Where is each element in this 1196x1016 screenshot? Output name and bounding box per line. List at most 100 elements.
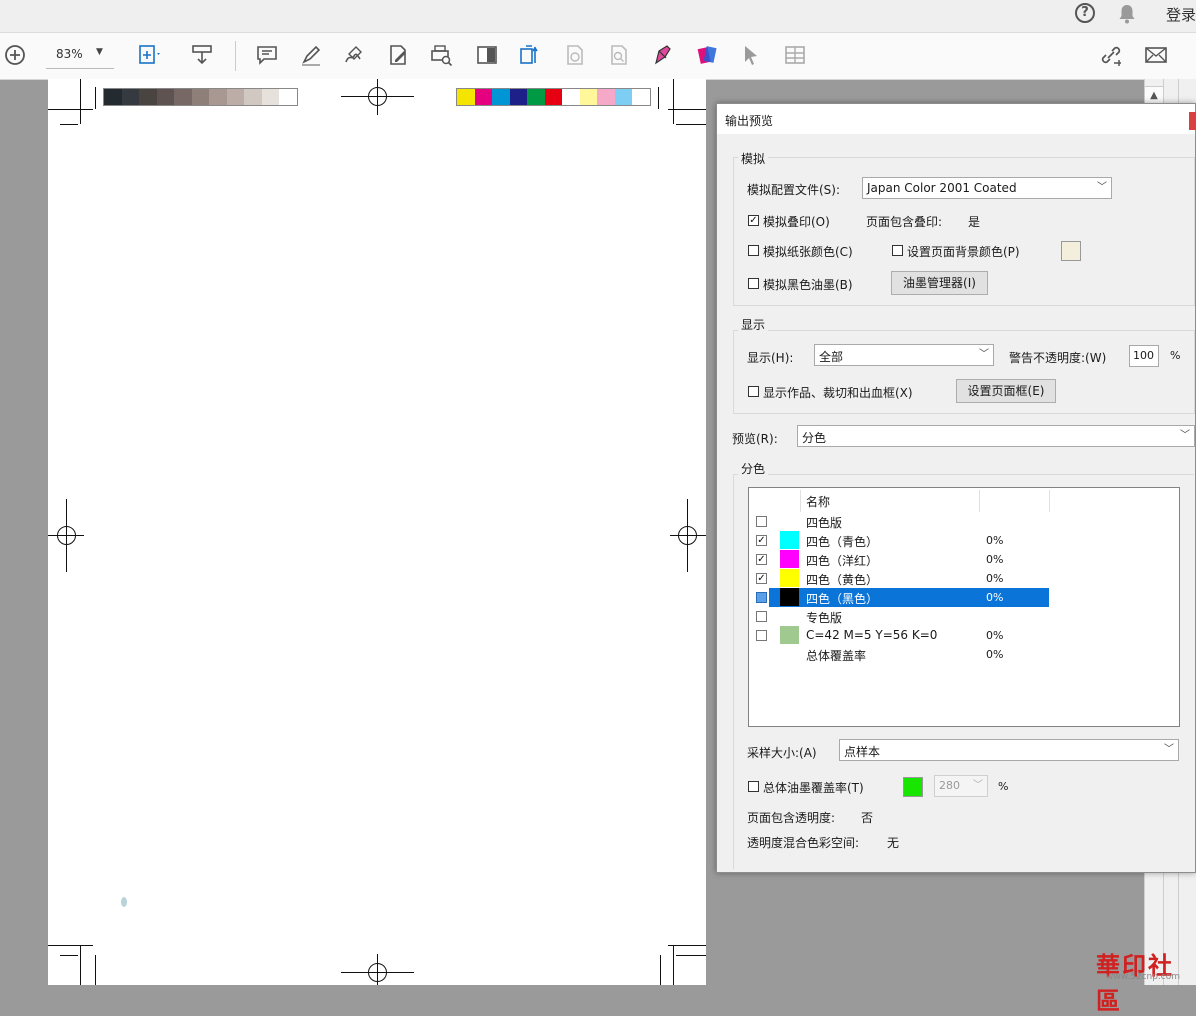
separation-checkbox[interactable] — [756, 592, 767, 603]
separation-color-chip — [780, 626, 799, 644]
bell-icon[interactable] — [1116, 3, 1138, 25]
dialog-title-bar[interactable]: 输出预览 — [717, 104, 1196, 134]
close-button[interactable] — [1189, 112, 1196, 130]
total-ink-color-swatch[interactable] — [903, 777, 923, 797]
name-column-header[interactable]: 名称 — [806, 493, 830, 510]
sample-size-select[interactable]: 点样本 ﹀ — [839, 739, 1179, 761]
preview-label: 预览(R): — [732, 432, 778, 446]
opacity-unit: % — [1170, 349, 1181, 362]
separation-row[interactable]: ✓ 四色（青色） 0% — [749, 531, 1049, 550]
highlight-icon[interactable] — [298, 42, 324, 68]
tint-icon[interactable] — [474, 42, 500, 68]
gray-color-bar — [103, 88, 298, 106]
paper-color-checkbox[interactable] — [748, 245, 759, 256]
black-ink-checkbox[interactable] — [748, 278, 759, 289]
simulate-legend: 模拟 — [738, 150, 769, 167]
color-swatch — [597, 89, 615, 105]
table-icon[interactable] — [782, 42, 808, 68]
bg-color-label: 设置页面背景颜色(P) — [907, 245, 1020, 259]
mail-icon[interactable] — [1143, 42, 1169, 68]
color-tool-icon[interactable] — [694, 42, 720, 68]
login-link[interactable]: 登录 — [1166, 4, 1196, 25]
separation-name: 四色（黑色） — [806, 592, 879, 606]
color-swatch — [509, 89, 527, 105]
bg-color-checkbox[interactable] — [892, 245, 903, 256]
separation-checkbox[interactable] — [756, 611, 767, 622]
simulate-overprint-label: 模拟叠印(O) — [763, 215, 830, 229]
gray-swatch — [139, 89, 157, 105]
separation-checkbox[interactable] — [756, 516, 767, 527]
page-has-overprint-value: 是 — [968, 215, 981, 229]
separation-row[interactable]: ✓ 四色（黄色） 0% — [749, 569, 1049, 588]
total-ink-select[interactable]: 280 ﹀ — [934, 775, 988, 797]
gray-swatch — [226, 89, 244, 105]
separation-checkbox[interactable]: ✓ — [756, 535, 767, 546]
separation-name: 总体覆盖率 — [806, 649, 867, 663]
edit-pdf-icon[interactable] — [385, 42, 411, 68]
separations-legend: 分色 — [738, 460, 769, 477]
separation-color-chip — [780, 588, 799, 606]
separation-row[interactable]: C=42 M=5 Y=56 K=0 0% — [749, 626, 1049, 645]
ink-manager-button[interactable]: 油墨管理器(I) — [891, 271, 988, 295]
color-swatch — [614, 89, 632, 105]
profile-label: 模拟配置文件(S): — [747, 183, 841, 197]
profile-select[interactable]: Japan Color 2001 Coated ﹀ — [862, 177, 1112, 199]
separation-row[interactable]: 专色版 — [749, 607, 1049, 626]
dialog-title: 输出预览 — [725, 114, 774, 128]
opacity-label: 警告不透明度:(W) — [1009, 351, 1107, 365]
separation-name: 专色版 — [806, 611, 843, 625]
show-boxes-label: 显示作品、裁切和出血框(X) — [763, 386, 913, 400]
site-watermark: 華印社區 www.52cnp.com — [1066, 944, 1196, 1015]
share-link-icon[interactable] — [1098, 42, 1124, 68]
show-boxes-checkbox[interactable] — [748, 386, 759, 397]
preview-select[interactable]: 分色 ﹀ — [797, 425, 1195, 447]
separation-coverage: 0% — [986, 572, 1004, 585]
zoom-in-icon[interactable] — [2, 42, 28, 68]
separation-row[interactable]: ✓ 四色（洋红） 0% — [749, 550, 1049, 569]
show-label: 显示(H): — [747, 351, 794, 365]
search-doc-icon[interactable] — [606, 42, 632, 68]
separation-checkbox[interactable]: ✓ — [756, 573, 767, 584]
separation-row[interactable]: 四色版 — [749, 512, 1049, 531]
fill-sign-icon[interactable] — [649, 42, 675, 68]
separation-coverage: 0% — [986, 591, 1004, 604]
zoom-select[interactable]: 83% ▼ — [46, 42, 114, 69]
bg-color-swatch-button[interactable] — [1061, 241, 1081, 261]
print-preview-icon[interactable] — [428, 42, 454, 68]
transparency-value: 否 — [861, 811, 874, 825]
fit-page-icon[interactable] — [136, 42, 162, 68]
color-swatch — [632, 89, 650, 105]
column-divider — [800, 490, 801, 512]
export-icon[interactable] — [517, 42, 543, 68]
separation-checkbox[interactable] — [756, 630, 767, 641]
separation-name: 四色（洋红） — [806, 554, 879, 568]
separation-color-chip — [780, 550, 799, 568]
set-page-boxes-button[interactable]: 设置页面框(E) — [956, 379, 1056, 403]
chevron-down-icon: ﹀ — [1164, 744, 1174, 755]
app-top-bar: ? 登录 — [0, 0, 1196, 33]
black-ink-label: 模拟黑色油墨(B) — [763, 278, 853, 292]
gray-swatch — [104, 89, 122, 105]
simulate-overprint-checkbox[interactable]: ✓ — [748, 215, 759, 226]
comment-icon[interactable] — [254, 42, 280, 68]
chevron-down-icon: ▼ — [96, 47, 103, 57]
gray-swatch — [279, 89, 297, 105]
separations-list[interactable]: 名称 四色版 ✓ 四色（青色） 0% ✓ 四色（洋红） 0% ✓ 四色（黄色） 0% 四色（黑色） 0… — [748, 487, 1180, 727]
download-icon[interactable] — [189, 42, 215, 68]
sign-icon[interactable] — [341, 42, 367, 68]
separation-row[interactable]: 四色（黑色） 0% — [756, 588, 1049, 607]
opacity-input[interactable]: 100 — [1129, 345, 1159, 367]
profile-value: Japan Color 2001 Coated — [867, 181, 1017, 195]
total-ink-checkbox[interactable] — [748, 781, 759, 792]
show-select[interactable]: 全部 ﹀ — [814, 344, 994, 366]
color-swatch — [474, 89, 492, 105]
select-icon[interactable] — [738, 42, 764, 68]
help-icon[interactable]: ? — [1075, 3, 1095, 23]
gray-swatch — [244, 89, 262, 105]
separation-row[interactable]: 总体覆盖率 0% — [749, 645, 1049, 664]
document-page — [48, 79, 706, 985]
protect-icon[interactable] — [562, 42, 588, 68]
separation-checkbox[interactable]: ✓ — [756, 554, 767, 565]
watermark-url: www.52cnp.com — [1106, 972, 1181, 982]
column-divider — [979, 490, 980, 512]
